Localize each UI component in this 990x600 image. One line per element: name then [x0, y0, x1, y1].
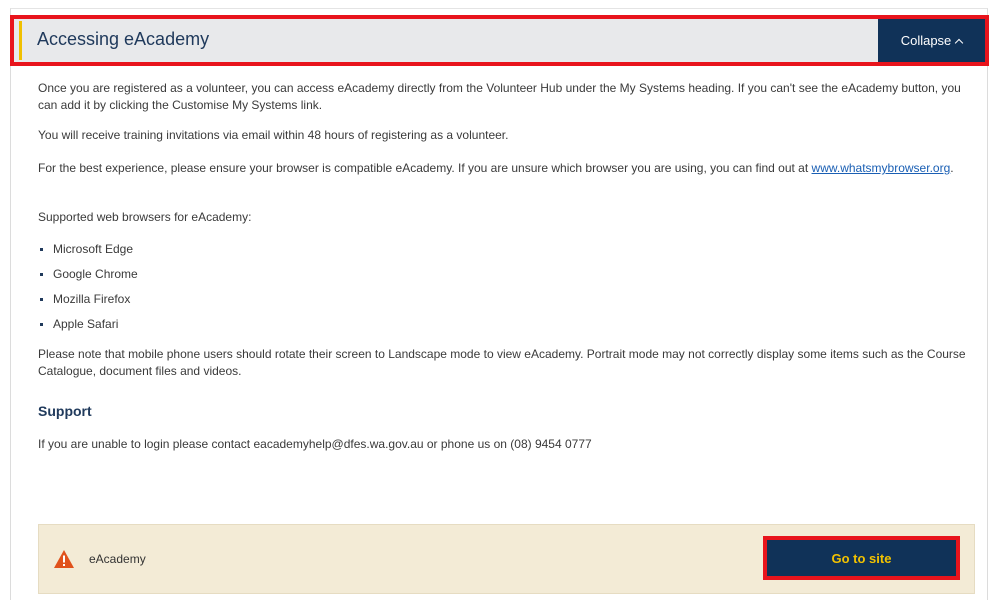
warning-triangle-icon [54, 550, 74, 568]
support-text: If you are unable to login please contac… [38, 437, 592, 451]
paragraph-invitations: You will receive training invitations vi… [38, 128, 509, 142]
browser-list: Microsoft Edge Google Chrome Mozilla Fir… [38, 241, 138, 341]
chevron-up-icon [955, 38, 964, 47]
browsers-intro: Supported web browsers for eAcademy: [38, 210, 252, 224]
accordion-title: Accessing eAcademy [37, 29, 210, 49]
site-label: eAcademy [89, 552, 146, 566]
whatsmybrowser-link[interactable]: www.whatsmybrowser.org [812, 161, 951, 175]
list-item: Google Chrome [38, 266, 138, 291]
browser-name: Apple Safari [53, 317, 119, 331]
bullet-icon [40, 248, 43, 251]
bullet-icon [40, 323, 43, 326]
go-to-site-button[interactable]: Go to site [767, 540, 956, 576]
paragraph-browser-text: For the best experience, please ensure y… [38, 161, 812, 175]
paragraph-browser-end: . [950, 161, 954, 175]
collapse-label: Collapse [900, 33, 952, 48]
browser-name: Microsoft Edge [53, 242, 134, 256]
browser-name: Google Chrome [53, 267, 138, 281]
accordion-header[interactable]: Accessing eAcademy Collapse [14, 19, 985, 62]
paragraph-browser: For the best experience, please ensure y… [38, 160, 973, 177]
browser-name: Mozilla Firefox [53, 292, 131, 306]
paragraph-registration: Once you are registered as a volunteer, … [38, 81, 961, 112]
list-item: Mozilla Firefox [38, 291, 138, 316]
support-heading: Support [38, 403, 92, 419]
page: Accessing eAcademy Collapse Once you are… [0, 0, 990, 600]
paragraph-mobile: Please note that mobile phone users shou… [38, 347, 966, 378]
list-item: Microsoft Edge [38, 241, 138, 266]
collapse-button[interactable]: Collapse [878, 19, 985, 62]
bullet-icon [40, 273, 43, 276]
accent-bar [19, 21, 22, 60]
bullet-icon [40, 298, 43, 301]
list-item: Apple Safari [38, 316, 138, 341]
